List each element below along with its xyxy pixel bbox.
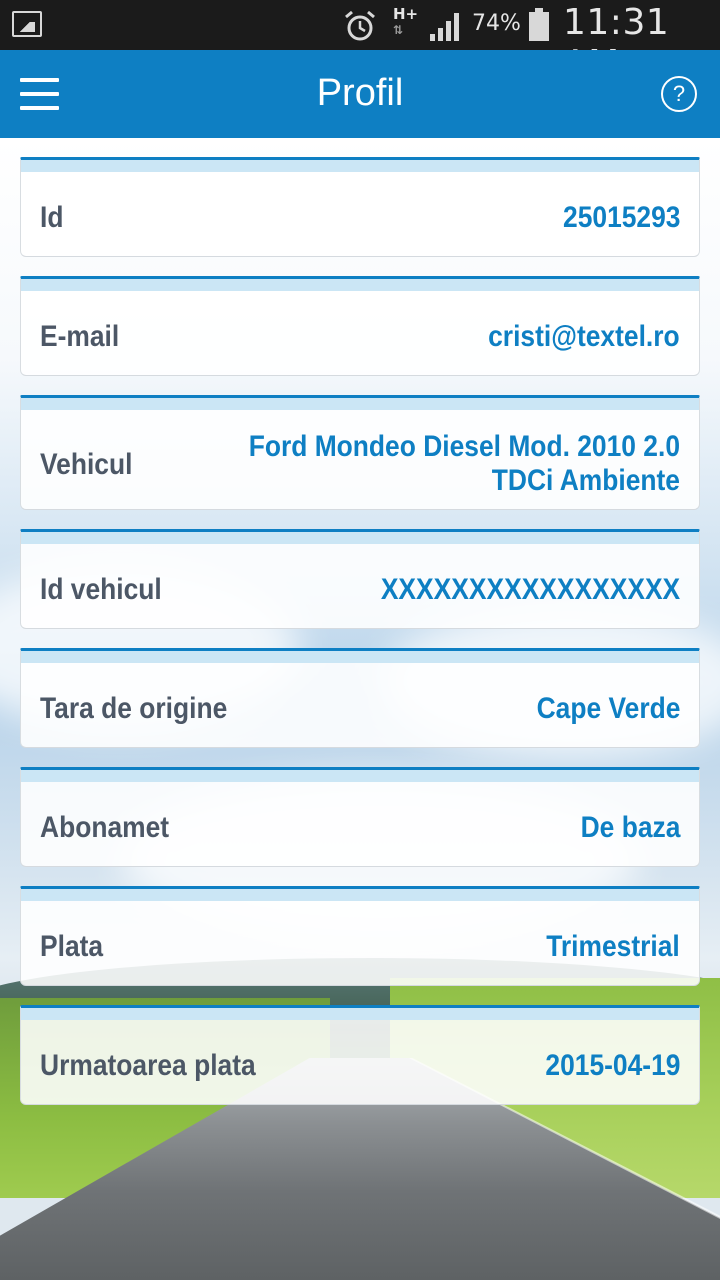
- help-icon[interactable]: ?: [661, 76, 697, 112]
- field-value: 2015-04-19: [544, 1049, 680, 1082]
- field-label: Plata: [40, 930, 104, 963]
- field-label: Urmatoarea plata: [40, 1049, 256, 1082]
- field-value: cristi@textel.ro: [488, 320, 680, 353]
- field-value: Trimestrial: [546, 930, 680, 963]
- field-value: XXXXXXXXXXXXXXXXX: [380, 573, 680, 606]
- field-value: De baza: [580, 811, 680, 844]
- field-label: Tara de origine: [40, 692, 228, 725]
- app-bar: Profil ?: [0, 50, 720, 138]
- gallery-icon: [12, 11, 42, 37]
- field-value: Cape Verde: [536, 692, 680, 725]
- field-label: E-mail: [40, 320, 120, 353]
- profile-row-vehicle-id: Id vehicul XXXXXXXXXXXXXXXXX: [20, 529, 700, 629]
- battery-percent: 74%: [472, 11, 521, 36]
- page-title: Profil: [316, 72, 404, 114]
- battery-icon: [529, 8, 549, 41]
- alarm-icon: [345, 10, 375, 41]
- field-label: Abonamet: [40, 811, 170, 844]
- network-type: H+ ⇅: [393, 6, 418, 38]
- field-value: Ford Mondeo Diesel Mod. 2010 2.0 TDCi Am…: [248, 430, 681, 497]
- profile-row-next-payment: Urmatoarea plata 2015-04-19: [20, 1005, 700, 1105]
- field-label: Vehicul: [40, 448, 133, 481]
- profile-row-id: Id 25015293: [20, 157, 700, 257]
- profile-row-subscription: Abonamet De baza: [20, 767, 700, 867]
- profile-row-country: Tara de origine Cape Verde: [20, 648, 700, 748]
- field-label: Id vehicul: [40, 573, 162, 606]
- signal-icon: [430, 13, 459, 41]
- profile-row-email: E-mail cristi@textel.ro: [20, 276, 700, 376]
- data-activity-icon: ⇅: [393, 23, 405, 37]
- field-label: Id: [40, 201, 64, 234]
- field-value: 25015293: [562, 201, 680, 234]
- profile-row-payment: Plata Trimestrial: [20, 886, 700, 986]
- status-bar: H+ ⇅ 74% 11:31 AM: [0, 0, 720, 84]
- profile-row-vehicle: Vehicul Ford Mondeo Diesel Mod. 2010 2.0…: [20, 395, 700, 510]
- network-type-label: H+: [393, 5, 419, 23]
